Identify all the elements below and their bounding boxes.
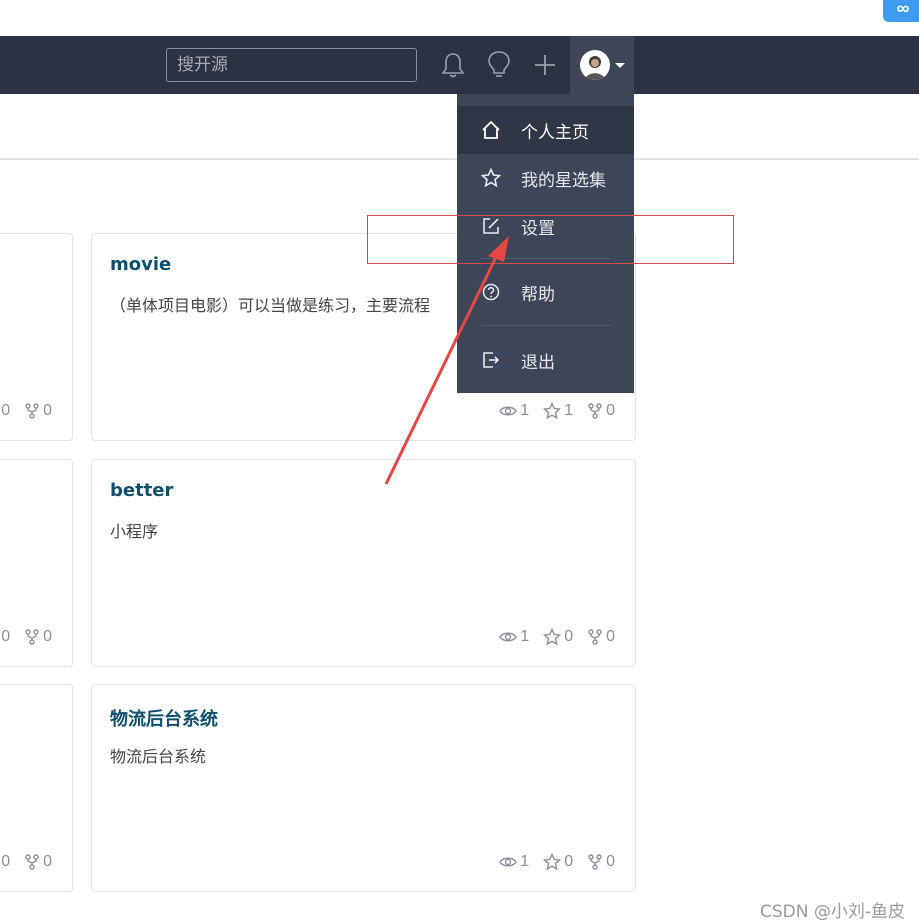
browser-extension-icon[interactable]: ∞ [883,0,919,22]
card-stats: 1 1 0 [489,402,615,420]
menu-item-profile[interactable]: 个人主页 [457,106,634,154]
star-icon [481,168,501,188]
eye-icon [499,406,518,416]
fork-count: 0 [606,853,615,870]
chevron-down-icon [615,62,625,68]
watch-count: 1 [520,853,530,870]
fork-count: 0 [606,628,615,645]
star-icon [543,853,562,871]
avatar [580,50,610,80]
menu-divider [481,325,611,326]
watch-count: 1 [520,402,530,419]
card-stats: 1 0 0 [489,628,615,646]
repo-title[interactable]: movie [110,254,171,275]
browser-top-area [0,0,919,36]
repo-card-partial[interactable]: 0 0 [0,233,73,441]
card-stats: 0 0 [1,402,52,420]
repo-card[interactable]: better 小程序 1 0 0 [91,459,636,667]
lightbulb-icon[interactable] [484,50,514,80]
plus-icon[interactable] [530,50,560,80]
menu-item-label: 帮助 [521,284,555,305]
star-count: 0 [1,628,11,645]
star-icon [543,628,562,646]
eye-icon [499,857,518,867]
card-stats: 1 0 0 [489,853,615,871]
menu-item-starred[interactable]: 我的星选集 [457,154,634,202]
repo-description: 物流后台系统 [110,747,207,766]
fork-icon [588,854,602,870]
watermark: CSDN @小刘-鱼皮 [759,902,905,922]
card-stats: 0 0 [1,628,52,646]
top-navbar [0,36,919,94]
fork-icon [588,629,602,645]
help-circle-icon [481,282,501,302]
menu-item-label: 个人主页 [521,122,589,143]
fork-icon [25,629,39,645]
repo-card-partial[interactable]: 0 0 [0,459,73,667]
star-icon [543,402,562,420]
menu-item-label: 退出 [521,352,555,373]
repo-card[interactable]: 物流后台系统 物流后台系统 1 0 0 [91,684,636,892]
fork-count: 0 [43,402,52,419]
star-count: 0 [1,853,11,870]
home-icon [481,120,501,140]
fork-icon [25,854,39,870]
fork-icon [588,403,602,419]
repo-title[interactable]: better [110,480,173,501]
menu-item-help[interactable]: 帮助 [457,268,634,316]
logout-icon [481,350,501,370]
repo-card-partial[interactable]: 0 0 [0,684,73,892]
eye-icon [499,632,518,642]
fork-icon [25,403,39,419]
star-count: 0 [564,628,574,645]
menu-item-label: 我的星选集 [521,170,606,191]
bell-icon[interactable] [438,50,468,80]
fork-count: 0 [606,402,615,419]
search-input[interactable] [166,48,417,82]
user-menu-toggle[interactable] [570,36,634,94]
menu-item-logout[interactable]: 退出 [457,336,634,384]
repo-description: 小程序 [110,522,159,541]
fork-count: 0 [43,628,52,645]
annotation-highlight-box [367,215,734,264]
card-stats: 0 0 [1,853,52,871]
repo-description: （单体项目电影）可以当做是练习，主要流程 [110,296,431,315]
repo-title[interactable]: 物流后台系统 [110,705,218,731]
star-count: 0 [564,853,574,870]
fork-count: 0 [43,853,52,870]
watch-count: 1 [520,628,530,645]
star-count: 0 [1,402,11,419]
star-count: 1 [564,402,574,419]
